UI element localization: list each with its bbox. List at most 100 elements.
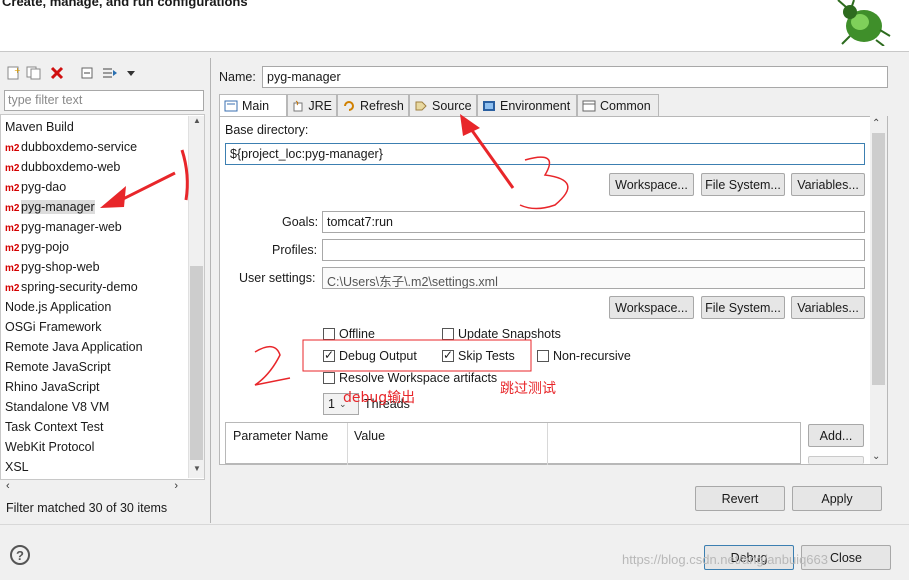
tab-main[interactable]: Main: [219, 94, 287, 117]
new-config-icon[interactable]: +: [4, 64, 22, 82]
edit-parameter-button[interactable]: [808, 456, 864, 464]
tab-refresh-label: Refresh: [360, 98, 404, 113]
user-settings-input[interactable]: C:\Users\东子\.m2\settings.xml: [322, 267, 865, 289]
refresh-tab-icon: [344, 100, 354, 111]
splitter[interactable]: [210, 58, 211, 523]
tree-item[interactable]: Task Context Test: [1, 417, 103, 437]
main-tab-icon: [224, 100, 238, 112]
filter-icon[interactable]: [101, 64, 119, 82]
update-snapshots-box[interactable]: [442, 328, 454, 340]
variables-button-2[interactable]: Variables...: [791, 296, 865, 319]
workspace-button-1[interactable]: Workspace...: [609, 173, 694, 196]
tab-jre[interactable]: JRE: [287, 94, 337, 116]
delete-icon[interactable]: [48, 64, 66, 82]
tree-item-label: Remote JavaScript: [5, 360, 111, 374]
scroll-down-icon[interactable]: ▼: [189, 464, 205, 478]
debug-output-box[interactable]: [323, 348, 335, 362]
file-system-button-2[interactable]: File System...: [701, 296, 785, 319]
goals-label: Goals:: [282, 215, 319, 229]
tree-item[interactable]: m2 pyg-shop-web: [1, 257, 100, 277]
offline-checkbox[interactable]: Offline: [323, 327, 375, 341]
tree-item[interactable]: m2 pyg-pojo: [1, 237, 69, 257]
user-settings-label: User settings:: [239, 271, 316, 285]
tree-item-label: spring-security-demo: [21, 280, 138, 294]
tree-horizontal-scrollbar[interactable]: ‹ ›: [2, 480, 202, 494]
parameter-name-header[interactable]: Parameter Name: [226, 423, 348, 465]
scroll-up-icon[interactable]: ▲: [189, 116, 205, 130]
value-header[interactable]: Value: [348, 423, 548, 465]
name-input[interactable]: pyg-manager: [262, 66, 888, 88]
base-directory-input[interactable]: ${project_loc:pyg-manager}: [225, 143, 865, 165]
tree-item-label: pyg-pojo: [21, 240, 69, 254]
watermark: https://blog.csdn.net/ang/anbuiq663: [622, 552, 828, 567]
skip-tests-checkbox[interactable]: Skip Tests: [442, 348, 515, 363]
tab-environment-label: Environment: [500, 98, 571, 113]
resolve-workspace-box[interactable]: [323, 372, 335, 384]
tab-source[interactable]: Source: [409, 94, 477, 116]
skip-tests-box[interactable]: [442, 348, 454, 362]
duplicate-icon[interactable]: [25, 64, 43, 82]
profiles-input[interactable]: [322, 239, 865, 261]
tree-item[interactable]: Node.js Application: [1, 297, 111, 317]
tree-item[interactable]: Remote JavaScript: [1, 357, 111, 377]
tree-item-label: XSL: [5, 460, 29, 474]
update-snapshots-checkbox[interactable]: Update Snapshots: [442, 327, 561, 341]
tree-item[interactable]: Maven Build: [1, 117, 74, 137]
tree-item[interactable]: m2 dubboxdemo-service: [1, 137, 137, 157]
non-recursive-box[interactable]: [537, 350, 549, 362]
tree-item-label: dubboxdemo-web: [21, 160, 121, 174]
tree-vertical-scrollbar[interactable]: ▲ ▼: [188, 116, 204, 478]
tree-item[interactable]: m2 pyg-manager-web: [1, 217, 122, 237]
tree-item[interactable]: Standalone V8 VM: [1, 397, 109, 417]
tree-item[interactable]: OSGi Framework: [1, 317, 102, 337]
debug-output-checkbox[interactable]: Debug Output: [323, 348, 417, 363]
tree-item[interactable]: m2 dubboxdemo-web: [1, 157, 120, 177]
panel-scroll-down-icon[interactable]: ⌄: [872, 451, 880, 462]
tree-item[interactable]: XSL: [1, 457, 29, 477]
resolve-workspace-label: Resolve Workspace artifacts: [339, 371, 498, 385]
name-label: Name:: [219, 70, 256, 84]
goals-input[interactable]: tomcat7:run: [322, 211, 865, 233]
tree-item[interactable]: Rhino JavaScript: [1, 377, 100, 397]
debug-output-label: Debug Output: [339, 349, 417, 363]
file-system-button-1[interactable]: File System...: [701, 173, 785, 196]
maven-m2-icon: m2: [5, 243, 20, 254]
skip-note: 跳过测试: [500, 381, 556, 397]
workspace-button-2[interactable]: Workspace...: [609, 296, 694, 319]
add-parameter-button[interactable]: Add...: [808, 424, 864, 447]
non-recursive-checkbox[interactable]: Non-recursive: [537, 349, 631, 363]
tab-refresh[interactable]: Refresh: [337, 94, 409, 116]
profiles-label: Profiles:: [272, 243, 318, 257]
tree-item[interactable]: m2 spring-security-demo: [1, 277, 138, 297]
tree-item[interactable]: WebKit Protocol: [1, 437, 94, 457]
help-icon[interactable]: ?: [10, 545, 30, 565]
tree-scroll-thumb[interactable]: [190, 266, 203, 460]
dropdown-arrow-icon[interactable]: [122, 64, 140, 82]
tree-item[interactable]: m2 pyg-dao: [1, 177, 66, 197]
scroll-left-icon[interactable]: ‹: [6, 480, 10, 492]
revert-button[interactable]: Revert: [695, 486, 785, 511]
panel-scroll-thumb[interactable]: [872, 133, 885, 385]
parameters-table: Parameter Name Value: [225, 422, 801, 465]
scroll-right-icon[interactable]: ›: [174, 480, 178, 492]
jre-tab-icon: [293, 100, 303, 111]
left-toolbar: +: [0, 60, 210, 86]
tree-item[interactable]: m2 pyg-manager: [1, 197, 95, 217]
footer-divider: [0, 524, 909, 525]
panel-scroll-up-icon[interactable]: ⌃: [872, 118, 880, 129]
resolve-workspace-checkbox[interactable]: Resolve Workspace artifacts: [323, 371, 497, 385]
apply-button[interactable]: Apply: [792, 486, 882, 511]
tree-item[interactable]: Remote Java Application: [1, 337, 143, 357]
tree-item-label: Standalone V8 VM: [5, 400, 110, 414]
tab-environment[interactable]: Environment: [477, 94, 577, 116]
variables-button-1[interactable]: Variables...: [791, 173, 865, 196]
filter-input[interactable]: type filter text: [4, 90, 204, 111]
maven-m2-icon: m2: [5, 183, 20, 194]
tab-common[interactable]: Common: [577, 94, 659, 116]
offline-box[interactable]: [323, 328, 335, 340]
tree-item-label: Rhino JavaScript: [5, 380, 100, 394]
collapse-all-icon[interactable]: [78, 64, 96, 82]
maven-m2-icon: m2: [5, 203, 20, 214]
non-recursive-label: Non-recursive: [553, 349, 631, 363]
tree-item-label: pyg-manager-web: [21, 220, 122, 234]
